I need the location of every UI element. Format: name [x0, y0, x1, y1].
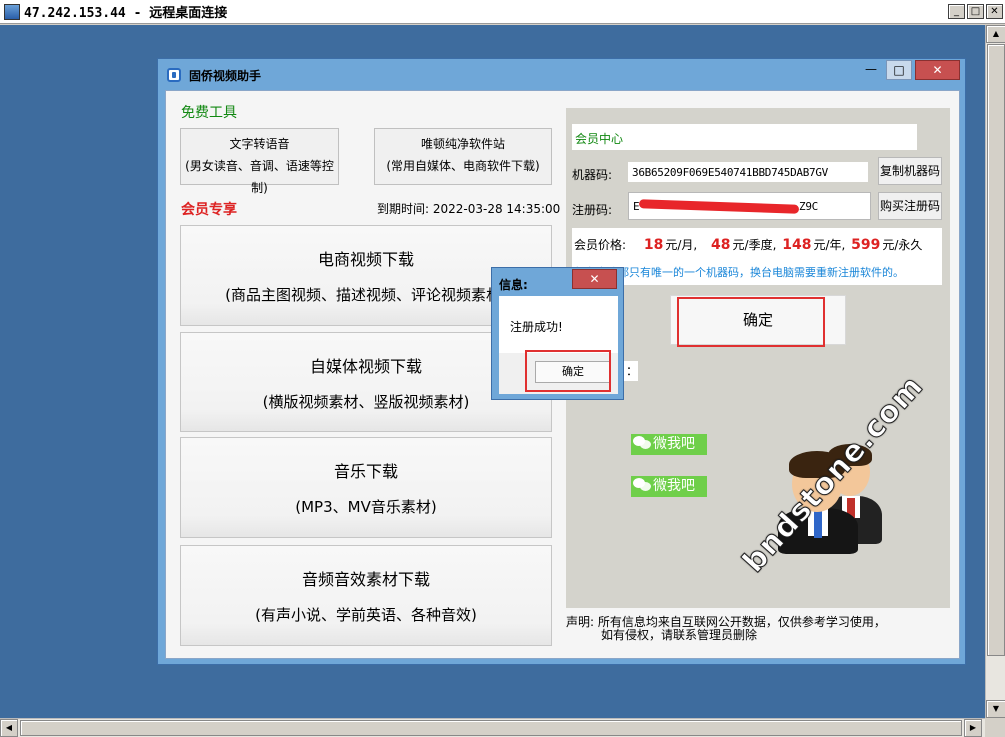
dialog-footer: 确定 — [499, 353, 618, 394]
scroll-right-arrow-icon[interactable]: ▶ — [964, 719, 982, 737]
price-label: 会员价格: — [574, 238, 627, 252]
price-unit: 元/年, — [813, 238, 846, 252]
music-download-button[interactable]: 音乐下载 (MP3、MV音乐素材) — [180, 437, 552, 538]
app-close-button[interactable]: ✕ — [915, 60, 960, 80]
wechat-label: 微我吧 — [653, 436, 695, 452]
disclaimer-notice: 声明: 所有信息均来自互联网公开数据，仅供参考学习使用， 如有侵权，请联系管理员… — [566, 616, 886, 642]
audio-effects-download-button[interactable]: 音频音效素材下载 (有声小说、学前英语、各种音效) — [180, 545, 552, 646]
software-site-button[interactable]: 唯顿纯净软件站 (常用自媒体、电商软件下载) — [374, 128, 552, 185]
vertical-scrollbar[interactable]: ▲ ▼ — [985, 25, 1005, 718]
wechat-icon — [633, 478, 651, 492]
tool-desc: (男女读音、音调、语速等控制) — [185, 159, 334, 195]
confirm-register-button[interactable]: 确定 — [670, 295, 846, 345]
rdp-titlebar[interactable]: 47.242.153.44 - 远程桌面连接 _ □ ✕ — [0, 0, 1005, 24]
feature-desc: (MP3、MV音乐素材) — [295, 498, 437, 516]
info-dialog: 信息: ✕ 注册成功! 确定 — [491, 267, 624, 400]
price-lifetime: 599 — [851, 237, 881, 253]
reg-code-input[interactable]: E Z9C — [628, 192, 871, 220]
vertical-scroll-thumb[interactable] — [987, 44, 1005, 656]
tool-title: 唯顿纯净软件站 — [420, 137, 505, 151]
wechat-contact-button-2[interactable]: 微我吧 — [631, 476, 707, 497]
price-month: 18 — [643, 237, 664, 253]
reg-code-suffix: Z9C — [799, 200, 818, 213]
rdp-restore-button[interactable]: □ — [967, 4, 984, 19]
scroll-down-arrow-icon[interactable]: ▼ — [986, 700, 1005, 718]
price-unit: 元/季度, — [732, 238, 777, 252]
wechat-contact-button-1[interactable]: 微我吧 — [631, 434, 707, 455]
price-quarter: 48 — [711, 237, 731, 253]
app-title: 固侨视频助手 — [189, 68, 262, 83]
redaction-scribble — [638, 199, 800, 214]
horizontal-scrollbar[interactable]: ◀ ▶ — [0, 718, 985, 737]
feature-desc: (有声小说、学前英语、各种音效) — [255, 606, 477, 624]
scrollbar-corner — [985, 718, 1005, 737]
app-maximize-button[interactable]: □ — [886, 60, 912, 80]
remote-desktop-icon — [4, 3, 20, 20]
scroll-up-arrow-icon[interactable]: ▲ — [986, 25, 1005, 43]
dialog-message: 注册成功! — [510, 320, 563, 334]
dialog-title: 信息: — [499, 278, 528, 292]
tool-desc: (常用自媒体、电商软件下载) — [386, 159, 540, 173]
copy-machine-code-button[interactable]: 复制机器码 — [878, 157, 942, 185]
dialog-body: 注册成功! 确定 — [499, 296, 618, 394]
rdp-window-title: 47.242.153.44 - 远程桌面连接 — [24, 6, 228, 21]
expire-time: 到期时间: 2022-03-28 14:35:00 — [377, 202, 561, 216]
feature-title: 音乐下载 — [333, 462, 398, 481]
free-tools-heading: 免费工具 — [181, 105, 237, 121]
notice-line-2: 如有侵权，请联系管理员删除 — [601, 628, 758, 642]
scroll-left-arrow-icon[interactable]: ◀ — [0, 719, 18, 737]
tool-title: 文字转语音 — [229, 137, 290, 151]
rdp-minimize-button[interactable]: _ — [948, 4, 965, 19]
rdp-close-button[interactable]: ✕ — [986, 4, 1003, 19]
app-minimize-button[interactable]: — — [858, 60, 884, 80]
member-center-title: 会员中心 — [572, 124, 917, 150]
horizontal-scroll-thumb[interactable] — [20, 720, 962, 736]
machine-code-field[interactable]: 36B65209F069E540741BBD745DAB7GV — [628, 162, 868, 182]
machine-code-label: 机器码: — [572, 168, 613, 182]
reg-code-label: 注册码: — [572, 203, 613, 217]
app-logo-icon — [167, 68, 181, 82]
price-unit: 元/永久 — [882, 238, 923, 252]
member-exclusive-heading: 会员专享 — [181, 202, 237, 218]
dialog-close-button[interactable]: ✕ — [572, 269, 617, 289]
app-titlebar[interactable]: 固侨视频助手 — □ ✕ — [158, 59, 965, 91]
price-unit: 元/月, — [665, 238, 698, 252]
buy-reg-code-button[interactable]: 购买注册码 — [878, 192, 942, 220]
price-line: 会员价格: 18 元/月, 48 元/季度, 148 元/年, 599 元/永久 — [574, 236, 922, 253]
text-to-speech-button[interactable]: 文字转语音 (男女读音、音调、语速等控制) — [180, 128, 339, 195]
wechat-icon — [633, 436, 651, 450]
wechat-label: 微我吧 — [653, 478, 695, 494]
feature-title: 音频音效素材下载 — [301, 570, 430, 589]
dialog-ok-button[interactable]: 确定 — [535, 361, 611, 383]
price-box: 会员价格: 18 元/月, 48 元/季度, 148 元/年, 599 元/永久 每台电… — [572, 228, 942, 285]
price-year: 148 — [782, 237, 812, 253]
